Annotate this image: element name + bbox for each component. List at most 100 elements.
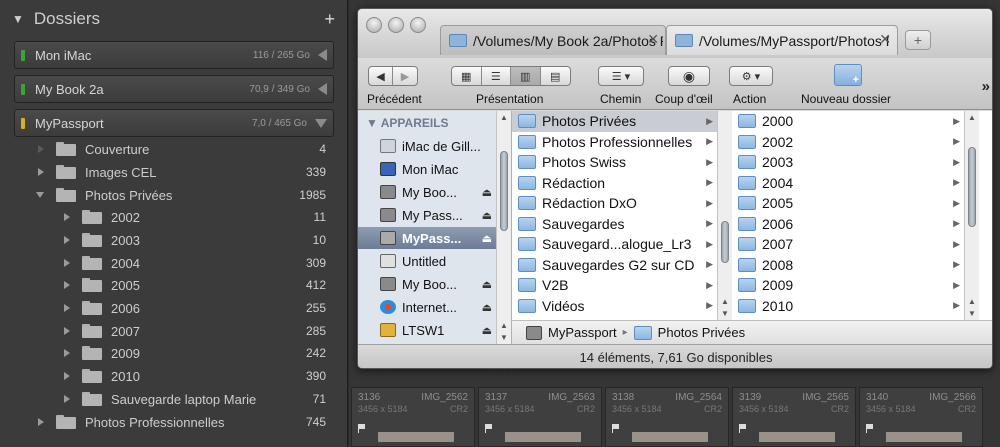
zoom-window-button[interactable] (410, 17, 426, 33)
path-folder[interactable]: Photos Privées (658, 325, 745, 340)
minimize-window-button[interactable] (388, 17, 404, 33)
forward-arrow-icon[interactable]: ▶ (393, 67, 417, 85)
folder-row-2010[interactable]: 2010 390 (0, 365, 348, 387)
path-button[interactable]: ☰ ▾ (598, 66, 644, 86)
sidebar-item-my-book[interactable]: My Boo... ⏏ (358, 181, 496, 203)
sidebar-item-ltsw1[interactable]: LTSW1 ⏏ (358, 319, 496, 341)
expand-arrow-icon[interactable] (318, 49, 327, 61)
photo-thumbnail[interactable] (378, 432, 454, 442)
photo-thumbnail[interactable] (505, 432, 581, 442)
close-window-button[interactable] (366, 17, 382, 33)
sidebar-item-untitled[interactable]: Untitled (358, 250, 496, 272)
list-item[interactable]: Sauvegardes ▶ (512, 214, 717, 235)
folders-panel-header[interactable]: ▼ Dossiers + (0, 0, 347, 38)
photo-cell[interactable]: 3136 IMG_2562 3456 x 5184 CR2 (351, 387, 475, 447)
disclosure-triangle-icon[interactable] (38, 418, 44, 426)
disclosure-triangle-icon[interactable] (64, 304, 70, 312)
sidebar-item-imac-de-gill[interactable]: iMac de Gill... (358, 135, 496, 157)
list-item[interactable]: 2005 ▶ (732, 193, 964, 214)
flag-icon[interactable] (358, 424, 366, 433)
scroll-up-arrow-icon[interactable]: ▲ (500, 321, 508, 330)
list-item[interactable]: 2006 ▶ (732, 214, 964, 235)
sidebar-item-my-pass[interactable]: My Pass... ⏏ (358, 204, 496, 226)
toolbar-overflow-icon[interactable]: » (982, 78, 990, 95)
list-item[interactable]: Rédaction DxO ▶ (512, 193, 717, 214)
list-item[interactable]: 2004 ▶ (732, 173, 964, 194)
collapse-triangle-icon[interactable]: ▼ (12, 12, 24, 26)
photo-thumbnail[interactable] (632, 432, 708, 442)
list-item[interactable]: 2007 ▶ (732, 234, 964, 255)
volume-mypassport[interactable]: MyPassport 7,0 / 465 Go (14, 109, 334, 137)
list-item[interactable]: 2008 ▶ (732, 255, 964, 276)
folder-row-2006[interactable]: 2006 255 (0, 297, 348, 319)
action-button[interactable]: ⚙ ▾ (729, 66, 773, 86)
column-view-icon[interactable]: ▥ (511, 67, 541, 85)
path-drive[interactable]: MyPassport (548, 325, 617, 340)
list-item[interactable]: Photos Swiss ▶ (512, 152, 717, 173)
photo-cell[interactable]: 3140 IMG_2566 3456 x 5184 CR2 (859, 387, 983, 447)
sidebar-section-header[interactable]: ▼ APPAREILS (366, 116, 449, 130)
disclosure-triangle-icon[interactable] (38, 168, 44, 176)
eject-icon[interactable]: ⏏ (482, 186, 492, 199)
photo-cell[interactable]: 3139 IMG_2565 3456 x 5184 CR2 (732, 387, 856, 447)
disclosure-triangle-icon[interactable] (64, 213, 70, 221)
coverflow-view-icon[interactable]: ▤ (541, 67, 570, 85)
disclosure-triangle-icon[interactable] (64, 349, 70, 357)
scroll-up-arrow-icon[interactable]: ▲ (968, 113, 976, 122)
add-folder-button[interactable]: + (324, 9, 335, 30)
flag-icon[interactable] (485, 424, 493, 433)
volume-my-book-2a[interactable]: My Book 2a 70,9 / 349 Go (14, 75, 334, 103)
expand-arrow-icon[interactable] (318, 83, 327, 95)
list-item[interactable]: Sauvegardes G2 sur CD ▶ (512, 255, 717, 276)
flag-icon[interactable] (866, 424, 874, 433)
list-item[interactable]: Photos Professionnelles ▶ (512, 132, 717, 153)
quicklook-button[interactable]: ◉ (668, 66, 710, 86)
list-item[interactable]: Vidéos ▶ (512, 296, 717, 317)
new-folder-button[interactable]: + (834, 64, 862, 86)
disclosure-triangle-icon[interactable] (36, 192, 44, 198)
scroll-up-arrow-icon[interactable]: ▲ (721, 297, 729, 306)
folder-row-sauvegarde-laptop-marie[interactable]: Sauvegarde laptop Marie 71 (0, 388, 348, 410)
scrollbar-thumb[interactable] (968, 147, 976, 227)
disclosure-triangle-icon[interactable] (64, 259, 70, 267)
disclosure-triangle-icon[interactable] (64, 395, 70, 403)
eject-icon[interactable]: ⏏ (482, 232, 492, 245)
list-item[interactable]: 2002 ▶ (732, 132, 964, 153)
list-item[interactable]: V2B ▶ (512, 275, 717, 296)
view-mode-buttons[interactable]: ▦ ☰ ▥ ▤ (451, 66, 571, 86)
scroll-down-arrow-icon[interactable]: ▼ (721, 309, 729, 318)
flag-icon[interactable] (612, 424, 620, 433)
photo-thumbnail[interactable] (886, 432, 962, 442)
eject-icon[interactable]: ⏏ (482, 209, 492, 222)
disclosure-triangle-icon[interactable] (64, 281, 70, 289)
folder-row-2002[interactable]: 2002 11 (0, 206, 348, 228)
folder-row-photos-privees[interactable]: Photos Privées 1985 (0, 184, 348, 206)
list-item[interactable]: Photos Privées ▶ (512, 111, 717, 132)
list-item[interactable]: Rédaction ▶ (512, 173, 717, 194)
flag-icon[interactable] (739, 424, 747, 433)
close-tab-icon[interactable]: ✕ (879, 31, 891, 48)
tab-mypassport[interactable]: /Volumes/MyPassport/Photos Privées ✕ (666, 25, 898, 55)
sidebar-item-my-boo-2[interactable]: My Boo... ⏏ (358, 273, 496, 295)
disclosure-triangle-icon[interactable] (64, 236, 70, 244)
eject-icon[interactable]: ⏏ (482, 278, 492, 291)
close-tab-icon[interactable]: ✕ (647, 31, 659, 48)
scroll-up-arrow-icon[interactable]: ▲ (968, 297, 976, 306)
folder-row-2009[interactable]: 2009 242 (0, 342, 348, 364)
scrollbar-thumb[interactable] (721, 221, 729, 263)
new-tab-button[interactable]: + (905, 30, 931, 50)
folder-row-2005[interactable]: 2005 412 (0, 274, 348, 296)
collapse-arrow-icon[interactable] (315, 118, 327, 128)
folder-row-2003[interactable]: 2003 10 (0, 229, 348, 251)
scrollbar-thumb[interactable] (500, 151, 508, 231)
list-item[interactable]: 2010 ▶ (732, 296, 964, 317)
disclosure-triangle-icon[interactable] (64, 327, 70, 335)
folder-row-images-cel[interactable]: Images CEL 339 (0, 161, 348, 183)
disclosure-triangle-icon[interactable] (64, 372, 70, 380)
photo-cell[interactable]: 3137 IMG_2563 3456 x 5184 CR2 (478, 387, 602, 447)
scroll-down-arrow-icon[interactable]: ▼ (500, 333, 508, 342)
back-arrow-icon[interactable]: ◀ (369, 67, 394, 85)
folder-row-2007[interactable]: 2007 285 (0, 320, 348, 342)
list-item[interactable]: Sauvegard...alogue_Lr3 ▶ (512, 234, 717, 255)
sidebar-scrollbar[interactable]: ▲ ▲ ▼ (496, 111, 511, 344)
